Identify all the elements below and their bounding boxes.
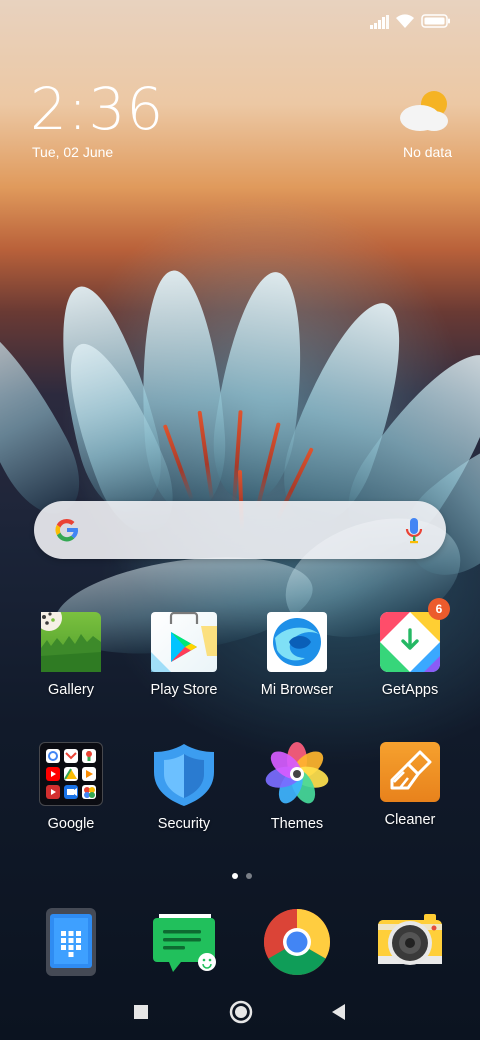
app-gallery[interactable]: Gallery: [21, 612, 121, 698]
battery-icon: [421, 14, 450, 28]
notification-badge: 6: [428, 598, 450, 620]
app-play-store[interactable]: Play Store: [134, 612, 234, 698]
app-cleaner[interactable]: Cleaner: [360, 742, 460, 828]
app-label: Google: [47, 816, 95, 832]
camera-icon: [376, 910, 444, 972]
gallery-icon: [41, 612, 101, 672]
play-store-icon: [151, 612, 217, 672]
app-label: Gallery: [48, 682, 94, 698]
app-getapps[interactable]: 6 GetApps: [360, 598, 460, 698]
page-indicator[interactable]: [228, 866, 256, 884]
dock-messages[interactable]: [134, 910, 234, 976]
security-shield-icon: [152, 742, 216, 806]
app-label: Cleaner: [384, 812, 436, 828]
app-themes[interactable]: Themes: [247, 742, 347, 832]
navigation-bar: [0, 988, 480, 1036]
app-security[interactable]: Security: [134, 742, 234, 832]
app-label: GetApps: [381, 682, 439, 698]
themes-flower-icon: [265, 742, 329, 806]
clock-date[interactable]: Tue, 02 June: [32, 144, 113, 160]
google-search-bar[interactable]: [34, 501, 446, 559]
circle-icon[interactable]: [229, 1000, 253, 1024]
clock-time[interactable]: 2:36: [30, 80, 164, 138]
google-folder-icon: [39, 742, 103, 806]
page-dot[interactable]: [246, 873, 252, 879]
page-dot-active[interactable]: [232, 873, 238, 879]
cleaner-brush-icon: [380, 742, 440, 802]
wifi-icon: [396, 14, 414, 28]
google-g-icon: [55, 518, 79, 542]
partly-cloudy-icon[interactable]: [396, 88, 452, 136]
weather-status[interactable]: No data: [372, 144, 452, 160]
app-label: Play Store: [150, 682, 218, 698]
app-label: Themes: [270, 816, 324, 832]
triangle-back-icon[interactable]: [331, 1003, 347, 1021]
messages-bubble-icon: [151, 910, 217, 976]
app-label: Mi Browser: [260, 682, 334, 698]
phone-dialer-icon: [46, 908, 96, 976]
app-mi-browser[interactable]: Mi Browser: [247, 612, 347, 698]
app-folder-google[interactable]: Google: [21, 742, 121, 832]
square-icon[interactable]: [133, 1004, 149, 1020]
mic-icon[interactable]: [404, 516, 424, 546]
app-label: Security: [157, 816, 211, 832]
dock-chrome[interactable]: [247, 908, 347, 976]
mi-browser-icon: [267, 612, 327, 672]
dock-phone[interactable]: [21, 908, 121, 976]
status-bar: [0, 0, 480, 42]
dock-camera[interactable]: [360, 910, 460, 972]
chrome-icon: [263, 908, 331, 976]
cell-signal-icon: [370, 15, 389, 29]
getapps-icon: 6: [380, 598, 450, 672]
